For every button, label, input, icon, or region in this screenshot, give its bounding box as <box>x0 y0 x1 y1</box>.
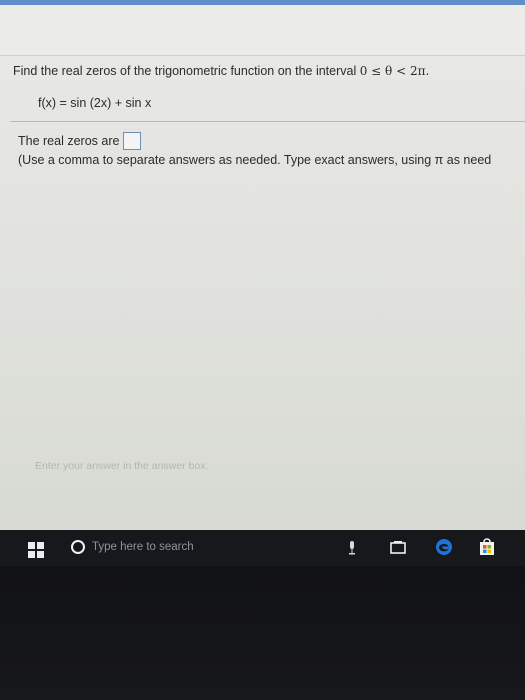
answer-hint: Enter your answer in the answer box. <box>35 460 209 472</box>
function-expression: f(x) = sin (2x) + sin x <box>38 96 152 110</box>
windows-taskbar: Type here to search <box>0 530 525 566</box>
task-view-icon[interactable] <box>390 541 406 555</box>
section-divider <box>10 121 525 122</box>
edge-icon[interactable] <box>435 538 453 556</box>
microphone-icon[interactable] <box>348 541 356 555</box>
question-text: Find the real zeros of the trigonometric… <box>13 64 429 78</box>
answer-box[interactable] <box>123 132 142 150</box>
answer-line: The real zeros are <box>18 132 142 150</box>
search-icon[interactable] <box>71 540 85 554</box>
question-prefix: Find the real zeros of the trigonometric… <box>13 64 360 78</box>
browser-screen: Find the real zeros of the trigonometric… <box>0 0 525 530</box>
instructions-text: (Use a comma to separate answers as need… <box>18 153 492 167</box>
store-icon[interactable] <box>478 537 496 557</box>
answer-label: The real zeros are <box>18 134 120 148</box>
windows-start-icon[interactable] <box>28 542 44 558</box>
monitor-bezel <box>0 566 525 700</box>
question-interval: 0 ≤ θ < 2π. <box>359 64 430 78</box>
taskbar-search-placeholder[interactable]: Type here to search <box>92 541 194 553</box>
top-strip <box>0 5 525 56</box>
